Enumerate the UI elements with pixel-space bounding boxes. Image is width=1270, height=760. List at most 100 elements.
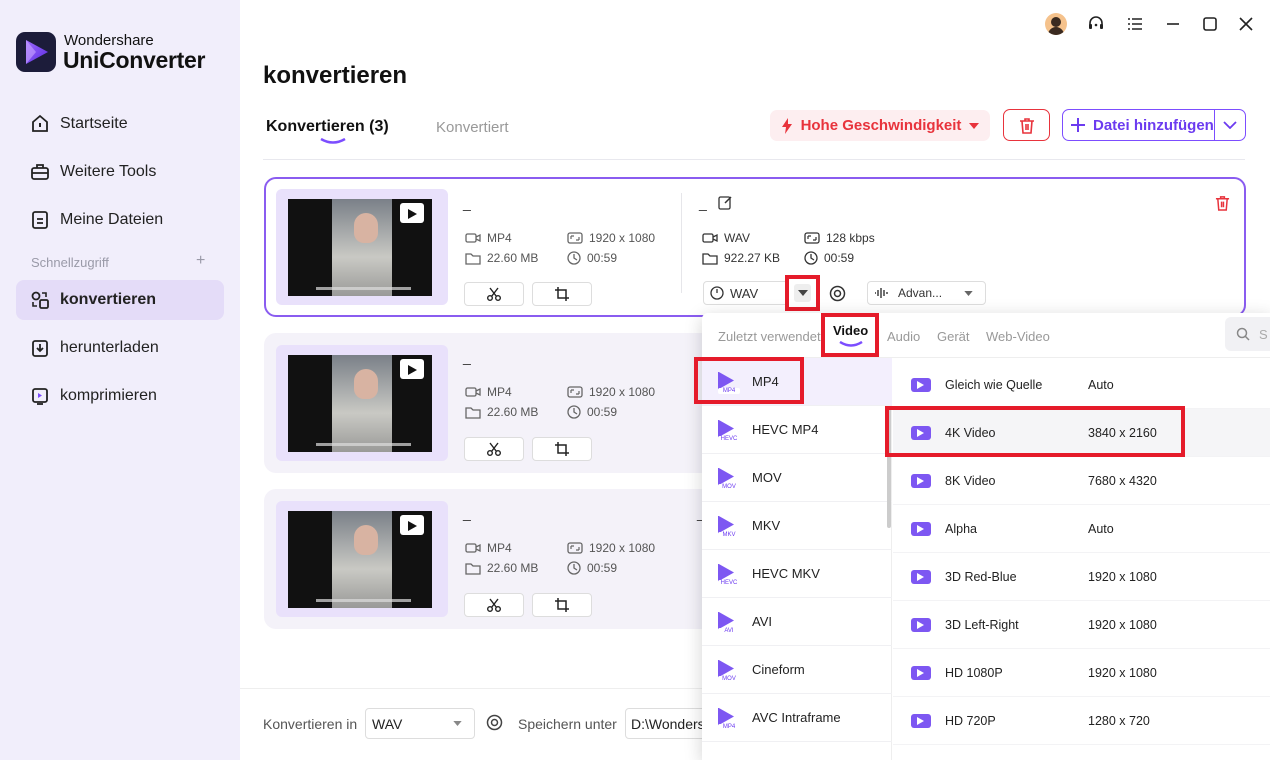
4k-highlight: [885, 406, 1185, 457]
settings-icon[interactable]: [486, 714, 503, 731]
add-file-button[interactable]: Datei hinzufügen: [1062, 109, 1246, 141]
resolution-value: 7680 x 4320: [1088, 473, 1157, 488]
sidebar-item-konvertieren[interactable]: konvertieren: [16, 280, 224, 320]
format-item-cineform[interactable]: MOV Cineform: [702, 646, 892, 694]
home-icon: [32, 114, 48, 132]
resolution-item[interactable]: HD 1080P 1920 x 1080: [893, 649, 1270, 697]
high-speed-button[interactable]: Hohe Geschwindigkeit: [770, 110, 990, 141]
trim-button[interactable]: [464, 282, 524, 306]
video-thumbnail[interactable]: [276, 345, 448, 461]
sidebar-item-meine-dateien[interactable]: Meine Dateien: [16, 200, 224, 240]
resolution-name: Alpha: [945, 521, 977, 536]
resolution-name: 3D Left-Right: [945, 617, 1019, 632]
divider: [263, 159, 1245, 160]
brand-product: UniConverter: [63, 47, 206, 73]
avatar[interactable]: [1045, 13, 1067, 35]
resolution-name: HD 720P: [945, 713, 996, 728]
delete-file-icon[interactable]: [1215, 195, 1230, 211]
scissors-icon: [487, 287, 501, 301]
tab-recently-used[interactable]: Zuletzt verwendet: [718, 329, 821, 344]
output-format-value: WAV: [730, 285, 759, 301]
video-icon: [911, 569, 931, 584]
sidebar-item-komprimieren[interactable]: komprimieren: [16, 376, 224, 416]
format-item-avc-intraframe[interactable]: MP4 AVC Intraframe: [702, 694, 892, 742]
save-path: D:\Wonders: [631, 715, 705, 732]
format-item-hevc-mkv[interactable]: HEVC HEVC MKV: [702, 550, 892, 598]
sidebar-item-weitere-tools[interactable]: Weitere Tools: [16, 152, 224, 192]
tab-video[interactable]: Video: [821, 313, 879, 357]
resolution-item[interactable]: 8K Video 7680 x 4320: [893, 457, 1270, 505]
crop-button[interactable]: [532, 593, 592, 617]
crop-button[interactable]: [532, 282, 592, 306]
video-icon: [911, 617, 931, 632]
settings-icon[interactable]: [829, 285, 846, 302]
resolution-item[interactable]: Gleich wie Quelle Auto: [893, 361, 1270, 409]
resolution-icon: [567, 386, 583, 398]
format-item-avi[interactable]: AVI AVI: [702, 598, 892, 646]
add-file-dropdown-button[interactable]: [1215, 121, 1245, 129]
target-size: 922.27 KB: [724, 251, 781, 265]
source-format: MP4: [487, 541, 512, 555]
file-icon: [32, 211, 48, 229]
video-thumbnail[interactable]: [276, 189, 448, 305]
target-duration: 00:59: [824, 251, 855, 265]
format-dropdown-toggle[interactable]: [785, 275, 820, 311]
toolbox-icon: [31, 164, 49, 180]
source-duration: 00:59: [587, 405, 618, 419]
save-location-label: Speichern unter: [518, 716, 617, 732]
menu-icon[interactable]: [1127, 16, 1143, 32]
source-format: MP4: [487, 231, 512, 245]
video-format-icon: [702, 233, 718, 243]
headset-icon[interactable]: [1087, 15, 1105, 33]
tab-device[interactable]: Gerät: [937, 329, 970, 344]
add-file-label: Datei hinzufügen: [1093, 116, 1214, 134]
source-size: 22.60 MB: [487, 561, 539, 575]
edit-icon[interactable]: [718, 195, 733, 210]
target-icon: [710, 286, 724, 300]
crop-button[interactable]: [532, 437, 592, 461]
format-item-hevc-mp4[interactable]: HEVC HEVC MP4: [702, 406, 892, 454]
scissors-icon: [487, 442, 501, 456]
sidebar-item-herunterladen[interactable]: herunterladen: [16, 328, 224, 368]
video-thumbnail[interactable]: [276, 501, 448, 617]
resolution-item[interactable]: Alpha Auto: [893, 505, 1270, 553]
sidebar-item-startseite[interactable]: Startseite: [16, 104, 224, 144]
crop-icon: [555, 287, 569, 301]
file-name[interactable]: _: [463, 349, 471, 365]
tab-video-label: Video: [833, 323, 869, 338]
video-icon: [911, 665, 931, 680]
maximize-icon[interactable]: [1202, 16, 1218, 32]
format-label: Cineform: [752, 662, 805, 677]
tab-konvertiert[interactable]: Konvertiert: [436, 119, 509, 136]
sidebar-item-label: Weitere Tools: [60, 163, 157, 180]
video-format-icon: [465, 543, 481, 553]
tab-konvertieren[interactable]: Konvertieren (3): [266, 118, 389, 136]
convert-in-value: WAV: [372, 715, 403, 732]
trim-button[interactable]: [464, 593, 524, 617]
resolution-item[interactable]: 3D Red-Blue 1920 x 1080: [893, 553, 1270, 601]
resolution-icon: [567, 232, 583, 244]
resolution-item[interactable]: 3D Left-Right 1920 x 1080: [893, 601, 1270, 649]
file-name[interactable]: _: [463, 195, 471, 211]
file-name[interactable]: _: [463, 505, 471, 521]
format-dropdown-panel: Zuletzt verwendet Video Audio Gerät Web-…: [694, 313, 1270, 760]
advanced-audio-select[interactable]: Advan...: [867, 281, 986, 305]
resolution-name: Gleich wie Quelle: [945, 377, 1043, 392]
mov-format-icon: MOV: [718, 659, 740, 682]
active-tab-indicator: [839, 341, 863, 347]
resolution-value: 1280 x 720: [1088, 713, 1150, 728]
tab-web-video[interactable]: Web-Video: [986, 329, 1050, 344]
format-search-input[interactable]: S: [1225, 317, 1270, 351]
clock-icon: [567, 405, 581, 419]
format-label: MKV: [752, 518, 781, 533]
delete-all-button[interactable]: [1003, 109, 1050, 141]
quick-access-add-button[interactable]: +: [196, 252, 205, 270]
convert-in-select[interactable]: WAV: [365, 708, 475, 739]
format-item-mov[interactable]: MOV MOV: [702, 454, 892, 502]
trim-button[interactable]: [464, 437, 524, 461]
format-item-mkv[interactable]: MKV MKV: [702, 502, 892, 550]
close-icon[interactable]: [1238, 16, 1254, 32]
minimize-icon[interactable]: [1165, 16, 1181, 32]
resolution-item[interactable]: HD 720P 1280 x 720: [893, 697, 1270, 745]
tab-audio[interactable]: Audio: [887, 329, 920, 344]
